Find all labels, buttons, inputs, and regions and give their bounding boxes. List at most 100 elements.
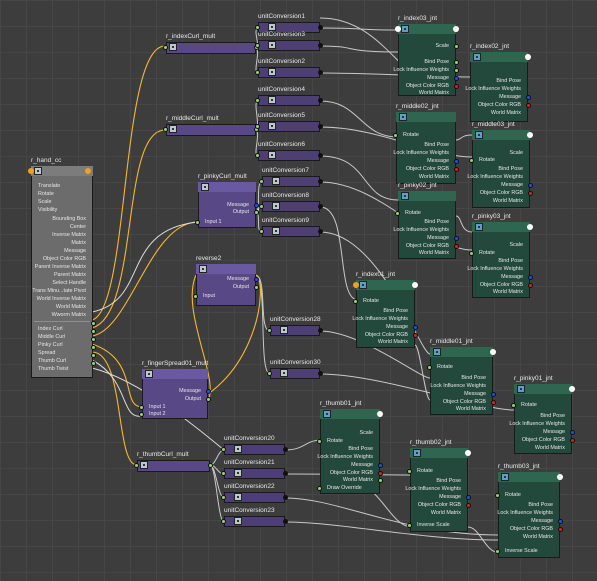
output-dot-icon[interactable] <box>557 474 563 480</box>
port[interactable] <box>454 44 459 49</box>
unit-conversion-node[interactable]: unitConversion4 <box>255 86 323 106</box>
port[interactable] <box>495 549 500 554</box>
index01-joint-node[interactable]: r_index01_jnt Rotate Bind Pose Lock Infl… <box>352 271 418 348</box>
port[interactable] <box>469 251 474 256</box>
port[interactable] <box>206 397 211 402</box>
port[interactable] <box>221 471 226 476</box>
unit-conversion-node[interactable]: unitConversion3 <box>255 31 323 51</box>
port[interactable] <box>255 43 260 48</box>
hand-control-node[interactable]: r_hand_cc Translate Rotate Scale Visibil… <box>28 157 96 378</box>
unit-conversion-node[interactable]: unitConversion23 <box>221 507 288 527</box>
port[interactable] <box>163 127 168 132</box>
port[interactable] <box>221 495 226 500</box>
port[interactable] <box>318 43 323 48</box>
port[interactable] <box>495 493 500 498</box>
port[interactable] <box>491 392 496 397</box>
port[interactable] <box>466 495 471 500</box>
attr-spread[interactable]: Spread <box>38 350 55 357</box>
input-dot-icon[interactable] <box>395 26 401 32</box>
thumb-curl-mult-node[interactable]: r_thumbCurl_mult <box>134 451 213 472</box>
unit-conversion-node[interactable]: unitConversion2 <box>255 58 323 78</box>
middle03-joint-node[interactable]: r_middle03_jnt Scale Rotate Bind Pose Lo… <box>467 121 533 208</box>
port[interactable] <box>91 337 96 342</box>
port[interactable] <box>317 439 322 444</box>
port[interactable] <box>454 159 459 164</box>
port[interactable] <box>318 371 323 376</box>
port[interactable] <box>221 519 226 524</box>
port[interactable] <box>91 345 96 350</box>
pinky01-joint-node[interactable]: r_pinky01_jnt Rotate Bind Pose Lock Infl… <box>509 375 575 454</box>
index-curl-mult-node[interactable]: r_indexCurl_mult <box>163 33 259 54</box>
output-dot-icon[interactable] <box>569 386 575 392</box>
port[interactable] <box>318 153 323 158</box>
port[interactable] <box>283 519 288 524</box>
port[interactable] <box>466 503 471 508</box>
output-dot-icon[interactable] <box>525 54 531 60</box>
port[interactable] <box>558 527 563 532</box>
port[interactable] <box>317 486 322 491</box>
port[interactable] <box>526 103 531 108</box>
port[interactable] <box>528 191 533 196</box>
unit-conversion-node[interactable]: unitConversion20 <box>221 435 288 455</box>
output-dot-icon[interactable] <box>465 450 471 456</box>
attr-middle-curl[interactable]: Middle Curl <box>38 334 65 341</box>
finger-spread-mult-node[interactable]: r_fingerSpread01_mult Message Output Inp… <box>139 360 211 419</box>
attr-thumb-twist[interactable]: Thumb Twist <box>38 366 68 373</box>
thumb01-joint-node[interactable]: r_thumb01_jnt Scale Rotate Bind Pose Loc… <box>317 400 383 494</box>
port[interactable] <box>469 158 474 163</box>
port[interactable] <box>318 204 323 209</box>
port[interactable] <box>454 76 459 81</box>
port[interactable] <box>511 403 516 408</box>
port[interactable] <box>255 70 260 75</box>
port[interactable] <box>570 430 575 435</box>
attr-pinky-curl[interactable]: Pinky Curl <box>38 342 63 349</box>
port[interactable] <box>378 478 383 483</box>
port[interactable] <box>318 124 323 129</box>
port[interactable] <box>407 469 412 474</box>
port[interactable] <box>454 84 459 89</box>
output-dot-icon[interactable] <box>527 224 533 230</box>
port[interactable] <box>318 25 323 30</box>
port[interactable] <box>259 204 264 209</box>
port[interactable] <box>353 299 358 304</box>
attr-index-curl[interactable]: Index Curl <box>38 326 63 333</box>
port[interactable] <box>195 220 200 225</box>
port[interactable] <box>193 294 198 299</box>
port[interactable] <box>255 124 260 129</box>
unit-conversion-node[interactable]: unitConversion8 <box>259 192 323 212</box>
port[interactable] <box>283 447 288 452</box>
port[interactable] <box>395 211 400 216</box>
output-dot-icon[interactable] <box>377 411 383 417</box>
port[interactable] <box>91 361 96 366</box>
port[interactable] <box>259 229 264 234</box>
input-dot-icon[interactable] <box>28 168 34 174</box>
unit-conversion-node[interactable]: unitConversion22 <box>221 483 288 503</box>
port[interactable] <box>318 229 323 234</box>
port[interactable] <box>221 447 226 452</box>
port[interactable] <box>454 68 459 73</box>
port[interactable] <box>318 70 323 75</box>
port[interactable] <box>134 463 139 468</box>
output-dot-icon[interactable] <box>527 132 533 138</box>
port[interactable] <box>259 179 264 184</box>
output-dot-icon[interactable] <box>490 349 496 355</box>
port[interactable] <box>558 519 563 524</box>
port[interactable] <box>91 321 96 326</box>
port[interactable] <box>254 210 259 215</box>
port[interactable] <box>254 285 259 290</box>
port[interactable] <box>318 98 323 103</box>
middle02-joint-node[interactable]: r_middle02_jnt Rotate Bind Pose Lock Inf… <box>393 103 459 184</box>
port[interactable] <box>208 463 213 468</box>
port[interactable] <box>528 275 533 280</box>
port[interactable] <box>413 325 418 330</box>
port[interactable] <box>267 328 272 333</box>
port[interactable] <box>491 400 496 405</box>
pinky02-joint-node[interactable]: r_pinky02_jnt Rotate Bind Pose Lock Infl… <box>393 182 459 259</box>
port[interactable] <box>528 183 533 188</box>
port[interactable] <box>255 98 260 103</box>
output-dot-icon[interactable] <box>412 282 418 288</box>
index02-joint-node[interactable]: r_index02_jnt Bind Pose Lock Influence W… <box>465 43 531 122</box>
unit-conversion-node[interactable]: unitConversion30 <box>267 359 323 379</box>
port[interactable] <box>407 523 412 528</box>
unit-conversion-node[interactable]: unitConversion7 <box>259 167 323 187</box>
